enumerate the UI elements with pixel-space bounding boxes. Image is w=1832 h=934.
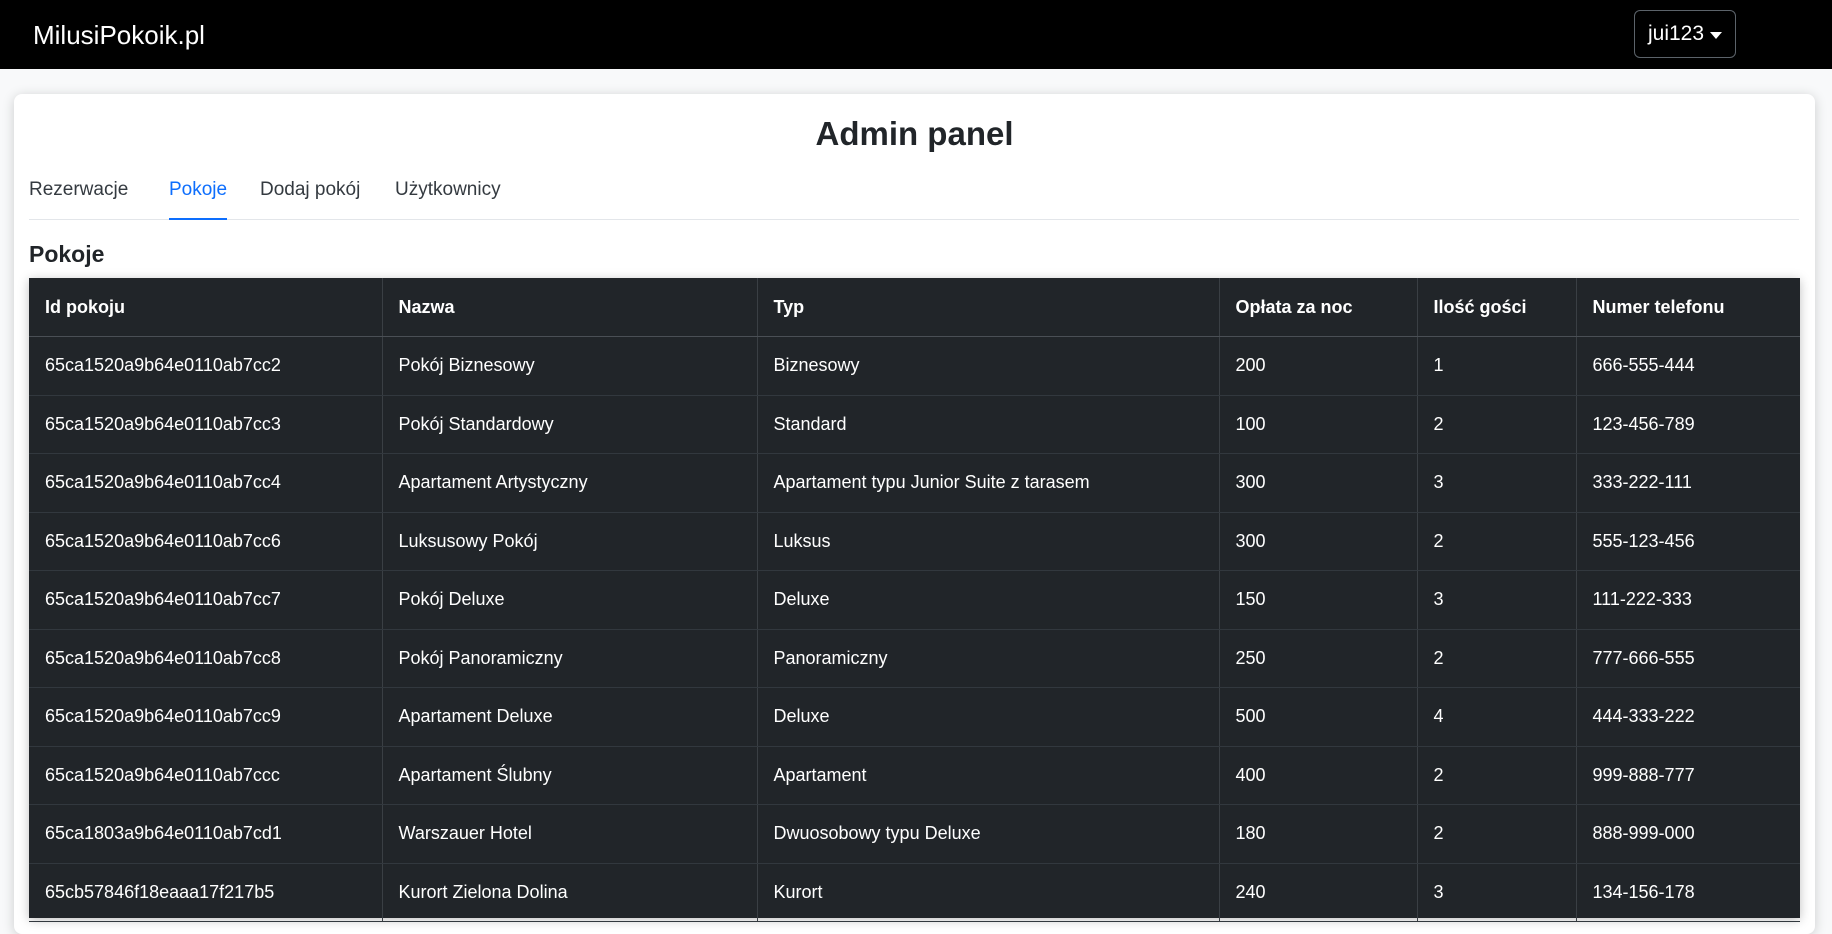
cell-guests: 3 <box>1417 570 1577 630</box>
cell-type: Biznesowy <box>757 336 1220 396</box>
cell-type: Kurort <box>757 863 1220 922</box>
cell-type: Standard <box>757 395 1220 454</box>
header-type: Typ <box>757 278 1220 337</box>
cell-id: 65ca1520a9b64e0110ab7cc2 <box>29 336 383 396</box>
header-phone: Numer telefonu <box>1576 278 1800 337</box>
cell-type: Apartament <box>757 746 1220 805</box>
cell-phone: 666-555-444 <box>1576 336 1800 396</box>
cell-name: Pokój Standardowy <box>382 395 758 454</box>
cell-phone: 111-222-333 <box>1576 570 1800 630</box>
cell-name: Apartament Ślubny <box>382 746 758 805</box>
cell-id: 65ca1520a9b64e0110ab7cc3 <box>29 395 383 454</box>
cell-id: 65ca1803a9b64e0110ab7cd1 <box>29 804 383 864</box>
username-label: jui123 <box>1647 22 1705 45</box>
navbar: MilusiPokoik.pl jui123 <box>0 0 1832 69</box>
tab-uzytkownicy[interactable]: Użytkownicy <box>395 174 501 220</box>
cell-guests: 4 <box>1417 687 1577 747</box>
table-row[interactable]: 65ca1520a9b64e0110ab7cc4 Apartament Artys… <box>29 453 1800 513</box>
rooms-table: Id pokoju Nazwa Typ Opłata za noc Ilość … <box>29 278 1800 922</box>
cell-price: 240 <box>1219 863 1418 922</box>
cell-name: Pokój Panoramiczny <box>382 629 758 688</box>
cell-price: 500 <box>1219 687 1418 747</box>
cell-id: 65ca1520a9b64e0110ab7cc9 <box>29 687 383 747</box>
cell-guests: 3 <box>1417 863 1577 922</box>
table-row[interactable]: 65ca1520a9b64e0110ab7cc9 Apartament Delux… <box>29 687 1800 747</box>
header-id: Id pokoju <box>29 278 383 337</box>
cell-id: 65ca1520a9b64e0110ab7cc6 <box>29 512 383 571</box>
cell-name: Pokój Biznesowy <box>382 336 758 396</box>
cell-name: Apartament Artystyczny <box>382 453 758 513</box>
cell-id: 65ca1520a9b64e0110ab7cc4 <box>29 453 383 513</box>
brand-link[interactable]: MilusiPokoik.pl <box>33 18 205 52</box>
cell-guests: 2 <box>1417 804 1577 864</box>
cell-name: Kurort Zielona Dolina <box>382 863 758 922</box>
table-row[interactable]: 65ca1520a9b64e0110ab7ccc Apartament Ślubn… <box>29 746 1800 805</box>
cell-id: 65ca1520a9b64e0110ab7cc7 <box>29 570 383 630</box>
cell-price: 180 <box>1219 804 1418 864</box>
cell-guests: 2 <box>1417 629 1577 688</box>
cell-id: 65cb57846f18eaaa17f217b5 <box>29 863 383 922</box>
cell-price: 300 <box>1219 512 1418 571</box>
header-name: Nazwa <box>382 278 758 337</box>
cell-guests: 1 <box>1417 336 1577 396</box>
cell-price: 100 <box>1219 395 1418 454</box>
caret-down-icon <box>1710 31 1723 39</box>
table-row[interactable]: 65ca1803a9b64e0110ab7cd1 Warszauer Hotel D… <box>29 804 1800 864</box>
section-title: Pokoje <box>29 241 105 267</box>
cell-price: 200 <box>1219 336 1418 396</box>
cell-id: 65ca1520a9b64e0110ab7ccc <box>29 746 383 805</box>
cell-phone: 777-666-555 <box>1576 629 1800 688</box>
header-price: Opłata za noc <box>1219 278 1418 337</box>
cell-price: 400 <box>1219 746 1418 805</box>
cell-phone: 555-123-456 <box>1576 512 1800 571</box>
table-row[interactable]: 65ca1520a9b64e0110ab7cc7 Pokój Deluxe Delu… <box>29 570 1800 630</box>
cell-name: Luksusowy Pokój <box>382 512 758 571</box>
rooms-table-container: Id pokoju Nazwa Typ Opłata za noc Ilość … <box>29 278 1800 922</box>
cell-phone: 123-456-789 <box>1576 395 1800 454</box>
cell-name: Apartament Deluxe <box>382 687 758 747</box>
table-row[interactable]: 65ca1520a9b64e0110ab7cc8 Pokój Panoramicz… <box>29 629 1800 688</box>
admin-card: Admin panel Rezerwacje Pokoje Dodaj pokó… <box>14 94 1815 934</box>
tab-dodaj-pokoj[interactable]: Dodaj pokój <box>260 174 360 220</box>
cell-phone: 333-222-111 <box>1576 453 1800 513</box>
page-title: Admin panel <box>815 115 1014 152</box>
cell-guests: 2 <box>1417 512 1577 571</box>
cell-price: 150 <box>1219 570 1418 630</box>
cell-price: 300 <box>1219 453 1418 513</box>
table-row[interactable]: 65ca1520a9b64e0110ab7cc6 Luksusowy Pokój L… <box>29 512 1800 571</box>
cell-phone: 444-333-222 <box>1576 687 1800 747</box>
tab-bar: Rezerwacje Pokoje Dodaj pokój Użytkownic… <box>29 174 1799 220</box>
cell-id: 65ca1520a9b64e0110ab7cc8 <box>29 629 383 688</box>
cell-type: Deluxe <box>757 570 1220 630</box>
cell-price: 250 <box>1219 629 1418 688</box>
cell-guests: 3 <box>1417 453 1577 513</box>
cell-type: Dwuosobowy typu Deluxe <box>757 804 1220 864</box>
table-row[interactable]: 65cb57846f18eaaa17f217b5 Kurort Zielona D… <box>29 863 1800 922</box>
cell-type: Deluxe <box>757 687 1220 747</box>
cell-type: Apartament typu Junior Suite z tarasem <box>757 453 1220 513</box>
cell-name: Pokój Deluxe <box>382 570 758 630</box>
cell-phone: 999-888-777 <box>1576 746 1800 805</box>
cell-type: Luksus <box>757 512 1220 571</box>
header-guests: Ilość gości <box>1417 278 1577 337</box>
tab-rezerwacje[interactable]: Rezerwacje <box>29 174 128 220</box>
user-menu-button[interactable]: jui123 <box>1634 10 1736 58</box>
tab-pokoje[interactable]: Pokoje <box>169 174 228 220</box>
table-row[interactable]: 65ca1520a9b64e0110ab7cc2 Pokój Biznesowy B… <box>29 336 1800 396</box>
table-row[interactable]: 65ca1520a9b64e0110ab7cc3 Pokój Standardow… <box>29 395 1800 454</box>
cell-guests: 2 <box>1417 746 1577 805</box>
cell-phone: 888-999-000 <box>1576 804 1800 864</box>
table-header-row: Id pokoju Nazwa Typ Opłata za noc Ilość … <box>29 278 1800 337</box>
cell-phone: 134-156-178 <box>1576 863 1800 922</box>
cell-guests: 2 <box>1417 395 1577 454</box>
cell-type: Panoramiczny <box>757 629 1220 688</box>
cell-name: Warszauer Hotel <box>382 804 758 864</box>
